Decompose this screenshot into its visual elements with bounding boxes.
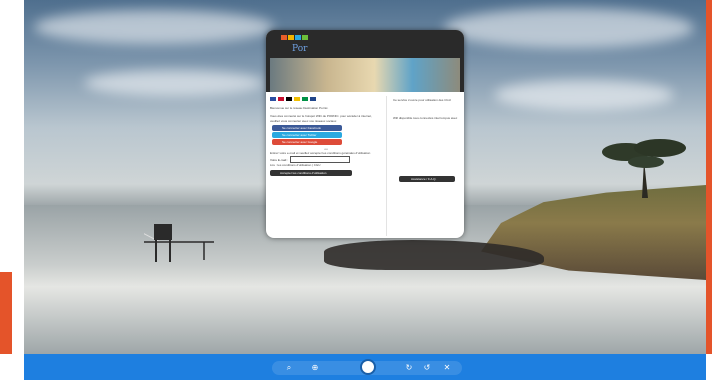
language-selector[interactable] xyxy=(270,97,316,101)
email-label: Votre E-mail : xyxy=(270,157,289,162)
info-text-2: Wifi disponible tous connectés interromp… xyxy=(393,116,458,120)
intro-text: Vous êtes connecté sur le hotspot WiFi d… xyxy=(270,114,372,123)
beach-banner-image xyxy=(270,58,460,92)
viewer-controls: ⌕ ⊕ ↻ ↺ ✕ xyxy=(272,359,462,375)
close-icon[interactable]: ✕ xyxy=(442,363,452,373)
cloud xyxy=(494,80,674,110)
accept-terms-button[interactable]: Accepter les conditions d'utilisation xyxy=(270,170,352,176)
email-row: Votre E-mail : xyxy=(270,156,382,163)
fishing-hut xyxy=(144,224,214,262)
help-faq-button[interactable]: Assistance / F.A.Q. xyxy=(399,176,455,182)
flag-fr-icon[interactable] xyxy=(270,97,276,101)
start-icon[interactable] xyxy=(360,359,376,375)
portal-header: Por xyxy=(266,30,464,92)
cloud xyxy=(84,70,264,96)
portal-login-panel: Bienvenue sur le réseau Destination Porn… xyxy=(270,106,382,234)
cgu-link[interactable]: Lire : les conditions d'utilisation | CG… xyxy=(270,163,382,168)
search-icon[interactable]: ⌕ xyxy=(284,363,294,373)
flag-de-icon[interactable] xyxy=(286,97,292,101)
flag-it-icon[interactable] xyxy=(302,97,308,101)
google-login-button[interactable]: Se connecter avec Google xyxy=(272,139,342,145)
info-text-1: Ce service s'ouvre pour utilisation des … xyxy=(393,98,451,102)
cloud xyxy=(444,8,694,48)
portal-info-panel: Ce service s'ouvre pour utilisation des … xyxy=(386,96,463,236)
flag-en-icon[interactable] xyxy=(278,97,284,101)
zoom-icon[interactable]: ⊕ xyxy=(310,363,320,373)
facebook-login-button[interactable]: Se connecter avec Facebook xyxy=(272,125,342,131)
flag-nl-icon[interactable] xyxy=(310,97,316,101)
refresh-icon[interactable]: ↻ xyxy=(404,363,414,373)
flag-es-icon[interactable] xyxy=(294,97,300,101)
twitter-login-button[interactable]: Se connecter avec Twitter xyxy=(272,132,342,138)
email-field[interactable] xyxy=(290,156,351,163)
right-accent-bar xyxy=(705,0,712,354)
pornic-logo: Por xyxy=(281,35,308,54)
cloud xyxy=(34,10,274,44)
left-accent-bar xyxy=(0,272,12,354)
wifi-portal-dialog: Por Bienvenue sur le réseau Destination … xyxy=(266,30,464,238)
svg-text:Por: Por xyxy=(292,44,308,54)
pine-tree xyxy=(602,139,686,198)
welcome-text: Bienvenue sur le réseau Destination Porn… xyxy=(270,106,329,110)
settings-icon[interactable]: ↺ xyxy=(422,363,432,373)
